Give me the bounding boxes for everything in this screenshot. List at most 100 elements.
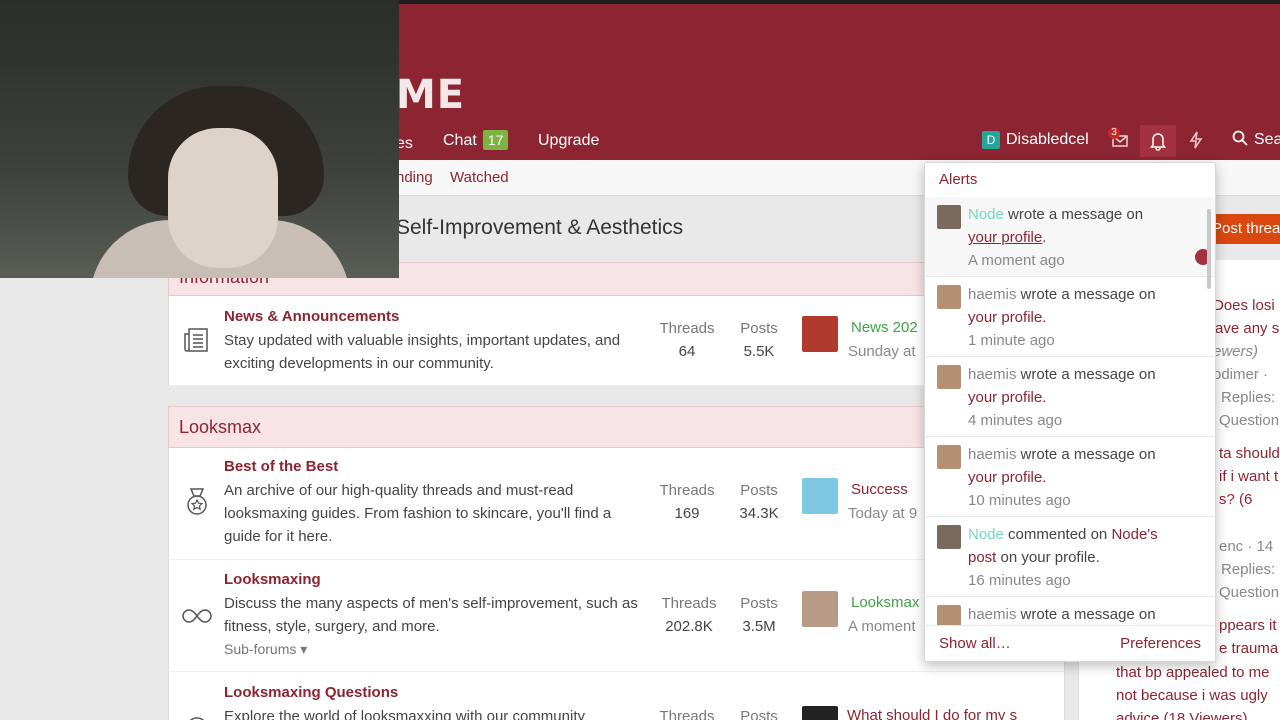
alerts-title: Alerts (939, 171, 978, 188)
thread-author[interactable]: odimer · (1213, 366, 1268, 383)
bolt-icon (1189, 131, 1203, 149)
alert-link[interactable]: your profile (968, 389, 1042, 406)
alert-action: wrote a message on (1008, 206, 1144, 223)
alert-user[interactable]: haemis (968, 366, 1016, 383)
alerts-scrollbar[interactable] (1207, 209, 1211, 289)
thread-title[interactable]: ppears it (1219, 617, 1277, 634)
thread-title[interactable]: ave any s (1215, 320, 1279, 337)
alert-item[interactable]: haemis wrote a message on your profile. … (925, 277, 1215, 357)
nav-item-chat[interactable]: Chat 17 (443, 128, 509, 154)
stat-label: Threads (659, 708, 715, 720)
alert-tail: . (1042, 229, 1047, 246)
infinity-icon (182, 609, 212, 623)
alert-action: wrote a message on (1020, 286, 1156, 303)
user-menu[interactable]: D Disabledcel (982, 130, 1089, 150)
whats-new-button[interactable] (1178, 128, 1214, 154)
thread-title[interactable]: if i want t (1219, 468, 1278, 485)
posts-stat: Posts 5.5K (729, 317, 789, 363)
avatar[interactable] (937, 365, 961, 389)
webcam-person-face (168, 128, 278, 268)
avatar[interactable] (802, 706, 838, 720)
avatar[interactable] (937, 525, 961, 549)
subnav-item-trending[interactable]: nding (396, 169, 433, 186)
question-icon (189, 717, 205, 720)
category-title[interactable]: Looksmax (179, 417, 261, 437)
nav-item-upgrade[interactable]: Upgrade (538, 128, 599, 154)
threads-stat: Threads (657, 705, 717, 720)
thread-forum[interactable]: Question (1219, 412, 1279, 429)
avatar[interactable] (802, 316, 838, 352)
forum-title[interactable]: Best of the Best (224, 458, 338, 475)
alert-action: wrote a message on (1020, 446, 1156, 463)
alert-tail: on your profile. (996, 549, 1100, 566)
alert-item[interactable]: haemis wrote a message on your profile. … (925, 437, 1215, 517)
alert-tail: . (1042, 469, 1047, 486)
thread-replies: Replies: (1221, 389, 1276, 406)
last-post-title[interactable]: What should I do for my s (847, 707, 1017, 720)
alert-item[interactable]: haemis wrote a message on your profile. … (925, 357, 1215, 437)
stat-value: 34.3K (739, 505, 779, 522)
alert-item[interactable]: haemis wrote a message on (925, 597, 1215, 625)
alert-user[interactable]: haemis (968, 286, 1016, 303)
stat-label: Posts (740, 708, 778, 720)
alert-link[interactable]: your profile (968, 469, 1042, 486)
stat-value: 202.8K (665, 618, 713, 635)
alert-user[interactable]: haemis (968, 446, 1016, 463)
webcam-overlay (0, 0, 399, 278)
thread-author[interactable]: enc · 14 (1219, 538, 1273, 555)
alert-link[interactable]: your profile (968, 229, 1042, 246)
page-title: Self-Improvement & Aesthetics (396, 216, 684, 239)
site-logo[interactable]: ME (396, 72, 465, 118)
post-thread-button[interactable]: Post threa (1206, 214, 1280, 244)
avatar[interactable] (802, 478, 838, 514)
sub-forums-toggle[interactable]: Sub-forums ▾ (224, 641, 307, 658)
thread-replies: Replies: (1221, 561, 1276, 578)
avatar[interactable] (937, 285, 961, 309)
chat-count-badge: 17 (482, 130, 509, 150)
stat-value: 169 (674, 505, 700, 522)
last-post-title[interactable]: Looksmax (851, 594, 919, 611)
alert-user[interactable]: Node (968, 206, 1004, 223)
thread-title[interactable]: Does losi (1213, 297, 1275, 314)
thread-title[interactable]: advice (18 Viewers) (1116, 710, 1247, 720)
alert-item[interactable]: Node wrote a message on your profile. A … (925, 197, 1215, 277)
forum-description: Stay updated with valuable insights, imp… (224, 332, 621, 372)
avatar[interactable] (802, 591, 838, 627)
show-all-link[interactable]: Show all… (939, 635, 1011, 652)
thread-title[interactable]: ta should (1219, 445, 1280, 462)
alert-user[interactable]: Node (968, 526, 1004, 543)
thread-title[interactable]: e trauma (1219, 640, 1278, 657)
last-post-title[interactable]: Success (851, 481, 908, 498)
last-post-date: Today at 9 (848, 505, 918, 522)
forum-title[interactable]: Looksmaxing Questions (224, 684, 398, 701)
subnav-item-watched[interactable]: Watched (450, 169, 509, 186)
alerts-list[interactable]: Node wrote a message on your profile. A … (925, 197, 1215, 625)
alert-item[interactable]: Node commented on Node's post on your pr… (925, 517, 1215, 597)
alert-tail: . (1042, 389, 1047, 406)
avatar[interactable] (937, 605, 961, 625)
stat-label: Posts (740, 595, 778, 612)
posts-stat: Posts 34.3K (729, 479, 789, 525)
alerts-button[interactable] (1140, 125, 1176, 157)
stat-value: 3.5M (742, 618, 776, 635)
alert-time: A moment ago (968, 252, 1065, 269)
thread-title[interactable]: not because i was ugly (1116, 687, 1268, 704)
last-post-title[interactable]: News 202 (851, 319, 918, 336)
threads-stat: Threads 64 (657, 317, 717, 363)
forum-title[interactable]: News & Announcements (224, 308, 399, 325)
avatar[interactable] (937, 445, 961, 469)
preferences-link[interactable]: Preferences (1120, 635, 1201, 652)
thread-title[interactable]: that bp appealed to me (1116, 664, 1269, 681)
alert-link[interactable]: your profile (968, 309, 1042, 326)
thread-title[interactable]: s? (6 (1219, 491, 1252, 508)
alert-action: commented on (1008, 526, 1108, 543)
forum-title[interactable]: Looksmaxing (224, 571, 321, 588)
alert-time: 4 minutes ago (968, 412, 1063, 429)
thread-forum[interactable]: Question (1219, 584, 1279, 601)
alert-action: wrote a message on (1020, 606, 1156, 623)
search-button[interactable]: Sea (1232, 130, 1280, 149)
alert-user[interactable]: haemis (968, 606, 1016, 623)
forum-description: An archive of our high-quality threads a… (224, 482, 612, 545)
avatar[interactable] (937, 205, 961, 229)
stat-label: Threads (661, 595, 717, 612)
